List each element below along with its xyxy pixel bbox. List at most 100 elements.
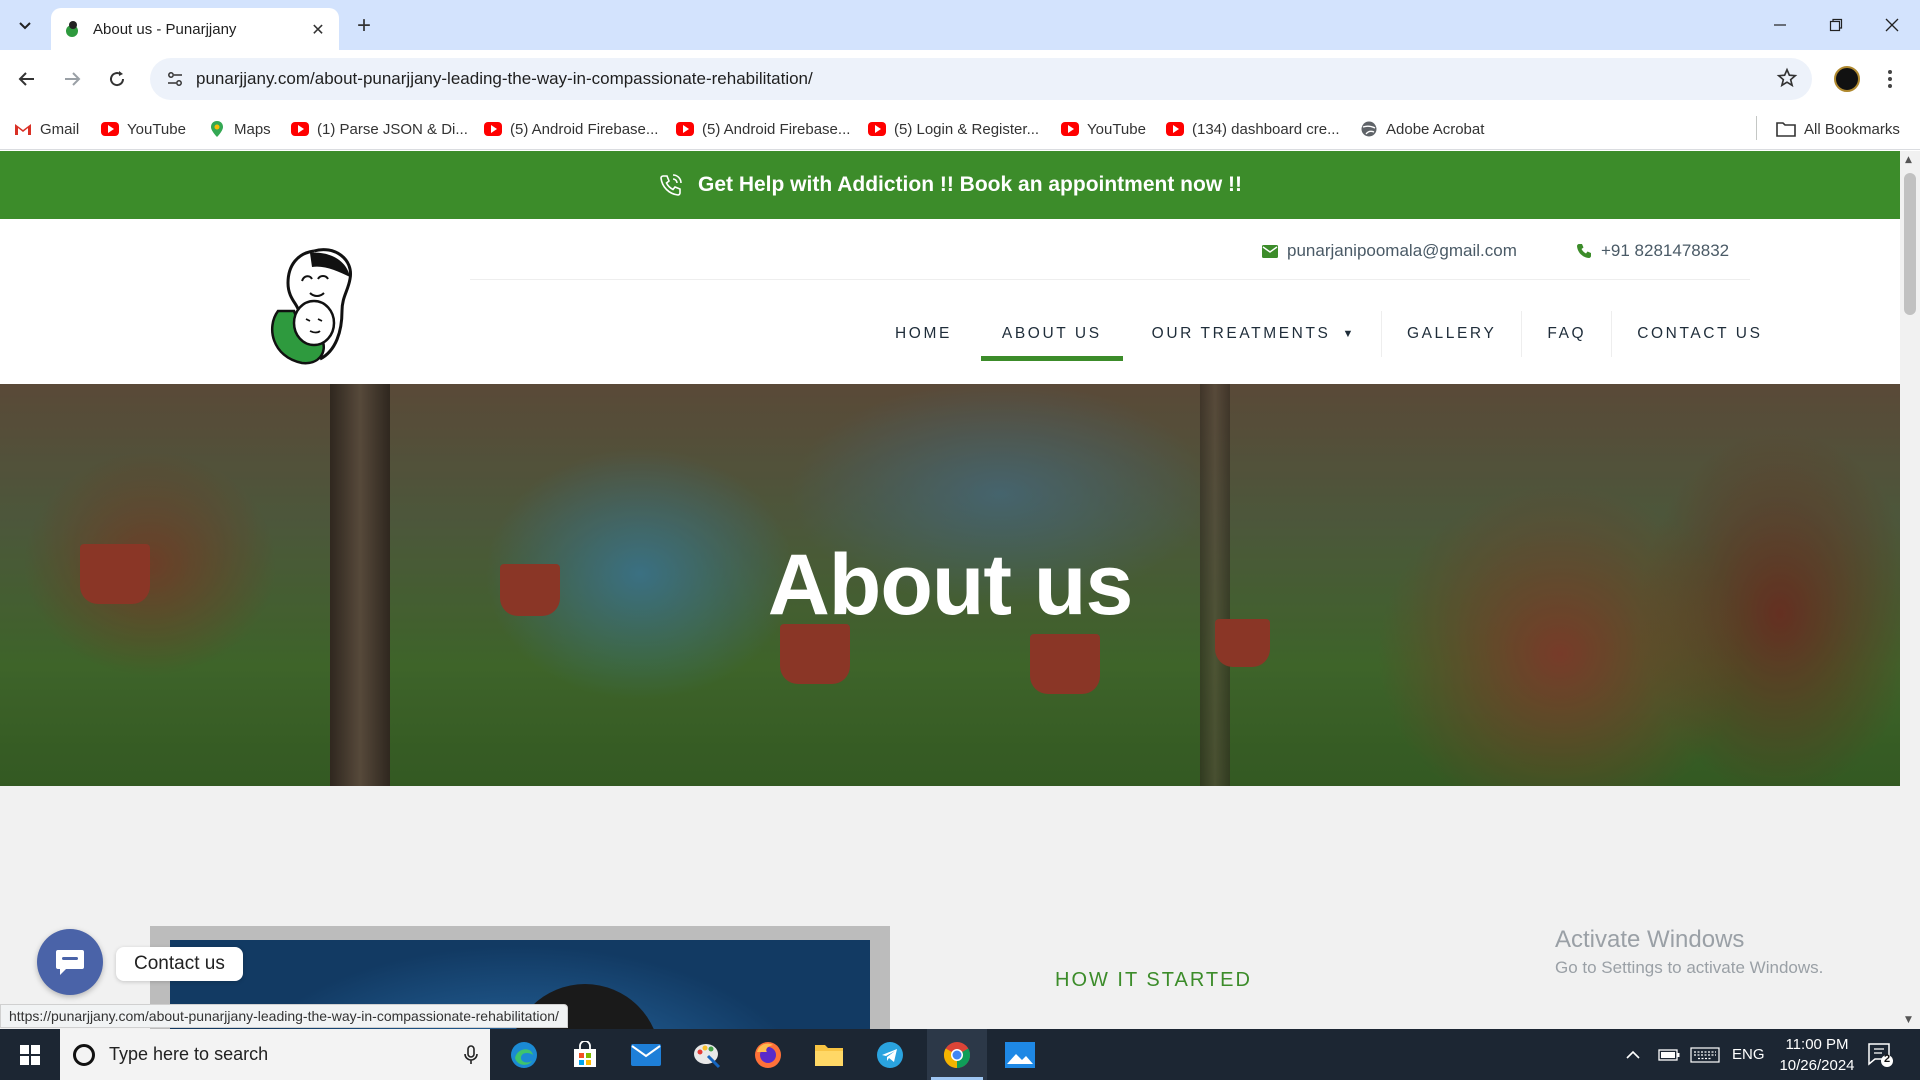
contact-chat-button[interactable] [37, 929, 103, 995]
taskbar-edge[interactable] [494, 1029, 554, 1080]
chevron-down-icon [19, 22, 31, 30]
site-header: punarjanipoomala@gmail.com +91 828147883… [0, 219, 1900, 384]
taskbar-mail[interactable] [616, 1029, 676, 1080]
taskbar-photos[interactable] [990, 1029, 1050, 1080]
notification-count: 2 [1884, 1053, 1891, 1065]
windows-taskbar: Type here to search ENG 11:00 PM 10/26/2… [0, 1029, 1920, 1080]
restore-icon [1829, 18, 1843, 32]
start-button[interactable] [0, 1029, 60, 1080]
restore-button[interactable] [1808, 0, 1864, 50]
punarjjany-logo[interactable] [258, 241, 358, 365]
globe-icon [1361, 121, 1377, 137]
forward-button[interactable] [54, 61, 90, 97]
url-text[interactable]: punarjjany.com/about-punarjjany-leading-… [196, 69, 813, 89]
nav-contact-us[interactable]: CONTACT US [1612, 305, 1787, 363]
bookmark-login-register[interactable]: (5) Login & Register... [868, 116, 1039, 142]
nav-home[interactable]: HOME [870, 305, 977, 363]
bookmark-android-firebase-2[interactable]: (5) Android Firebase... [676, 116, 850, 142]
tab-strip: About us - Punarjjany ✕ + [0, 0, 1920, 50]
taskbar-firefox[interactable] [738, 1029, 798, 1080]
microphone-icon[interactable] [464, 1044, 478, 1065]
page-title: About us [767, 537, 1134, 633]
bookmark-adobe-acrobat[interactable]: Adobe Acrobat [1360, 116, 1484, 142]
header-phone[interactable]: +91 8281478832 [1576, 241, 1729, 261]
taskbar-paint[interactable] [677, 1029, 737, 1080]
bookmark-dashboard[interactable]: (134) dashboard cre... [1166, 116, 1340, 142]
all-bookmarks-button[interactable]: All Bookmarks [1776, 116, 1900, 142]
page-scrollbar[interactable]: ▲ ▼ [1900, 151, 1920, 1029]
folder-icon [1776, 122, 1796, 137]
phone-icon [1577, 244, 1591, 258]
chrome-icon [943, 1041, 971, 1068]
bookmark-parse-json[interactable]: (1) Parse JSON & Di... [291, 116, 468, 142]
back-button[interactable] [9, 61, 45, 97]
notification-center-button[interactable]: 2 [1866, 1040, 1894, 1068]
photos-icon [1005, 1041, 1035, 1068]
bookmarks-divider [1756, 116, 1757, 140]
cortana-icon [73, 1043, 95, 1066]
mail-icon [631, 1043, 661, 1066]
bookmark-android-firebase-1[interactable]: (5) Android Firebase... [484, 116, 658, 142]
windows-logo-icon [20, 1044, 40, 1065]
phone-ringing-icon [660, 174, 682, 196]
close-tab-icon[interactable]: ✕ [307, 18, 329, 40]
punarjjany-favicon-icon [66, 21, 78, 37]
chat-bubble-icon [56, 950, 84, 975]
active-tab[interactable]: About us - Punarjjany ✕ [51, 8, 339, 50]
taskbar-file-explorer[interactable] [799, 1029, 859, 1080]
youtube-icon [868, 122, 886, 136]
header-divider [470, 279, 1750, 280]
appointment-banner[interactable]: Get Help with Addiction !! Book an appoi… [0, 151, 1900, 219]
nav-faq[interactable]: FAQ [1522, 305, 1611, 363]
new-tab-button[interactable]: + [350, 12, 378, 40]
address-bar[interactable]: punarjjany.com/about-punarjjany-leading-… [150, 58, 1812, 100]
paint-icon [694, 1043, 721, 1068]
nav-gallery[interactable]: GALLERY [1382, 305, 1521, 363]
scroll-up-icon[interactable]: ▲ [1905, 155, 1912, 165]
email-text: punarjanipoomala@gmail.com [1287, 241, 1517, 260]
gmail-icon [15, 124, 31, 135]
link-status-bar: https://punarjjany.com/about-punarjjany-… [0, 1004, 568, 1028]
edge-icon [511, 1041, 537, 1068]
forward-arrow-icon [65, 72, 81, 86]
minimize-icon [1774, 24, 1786, 26]
taskbar-clock[interactable]: 11:00 PM 10/26/2024 [1772, 1034, 1862, 1076]
nav-our-treatments[interactable]: OUR TREATMENTS ▼ [1127, 305, 1381, 363]
back-arrow-icon [18, 72, 34, 86]
minimize-button[interactable] [1752, 0, 1808, 50]
battery-indicator[interactable] [1658, 1029, 1680, 1080]
scroll-down-icon[interactable]: ▼ [1905, 1015, 1912, 1025]
keyboard-indicator[interactable] [1690, 1029, 1720, 1080]
bookmark-youtube-1[interactable]: YouTube [101, 116, 186, 142]
bookmark-youtube-2[interactable]: YouTube [1061, 116, 1146, 142]
phone-text: +91 8281478832 [1601, 241, 1730, 260]
taskbar-chrome[interactable] [927, 1029, 987, 1080]
browser-menu-button[interactable] [1880, 64, 1900, 94]
hero-banner: About us [0, 384, 1900, 786]
youtube-icon [1061, 122, 1079, 136]
bookmarks-bar: Gmail YouTube Maps (1) Parse JSON & Di..… [0, 108, 1920, 150]
bookmark-maps[interactable]: Maps [208, 116, 271, 142]
language-indicator[interactable]: ENG [1732, 1029, 1765, 1080]
clock-time: 11:00 PM [1785, 1036, 1849, 1053]
youtube-icon [484, 122, 502, 136]
bookmark-gmail[interactable]: Gmail [14, 116, 79, 142]
scrollbar-thumb[interactable] [1904, 173, 1916, 315]
show-hidden-icons[interactable] [1626, 1029, 1640, 1080]
chevron-up-icon [1626, 1050, 1640, 1059]
tab-title: About us - Punarjjany [93, 20, 237, 38]
youtube-icon [101, 122, 119, 136]
profile-avatar[interactable] [1834, 66, 1860, 92]
taskbar-store[interactable] [555, 1029, 615, 1080]
header-email[interactable]: punarjanipoomala@gmail.com [1262, 241, 1517, 261]
close-window-button[interactable] [1864, 0, 1920, 50]
taskbar-search[interactable]: Type here to search [60, 1029, 490, 1080]
taskbar-telegram[interactable] [860, 1029, 920, 1080]
site-info-icon[interactable] [154, 58, 196, 100]
tab-search-button[interactable] [10, 10, 40, 40]
nav-about-us[interactable]: ABOUT US [977, 305, 1127, 363]
reload-button[interactable] [99, 61, 135, 97]
youtube-icon [1166, 122, 1184, 136]
contact-chat-label[interactable]: Contact us [116, 947, 243, 981]
bookmark-star-icon[interactable] [1776, 67, 1798, 93]
